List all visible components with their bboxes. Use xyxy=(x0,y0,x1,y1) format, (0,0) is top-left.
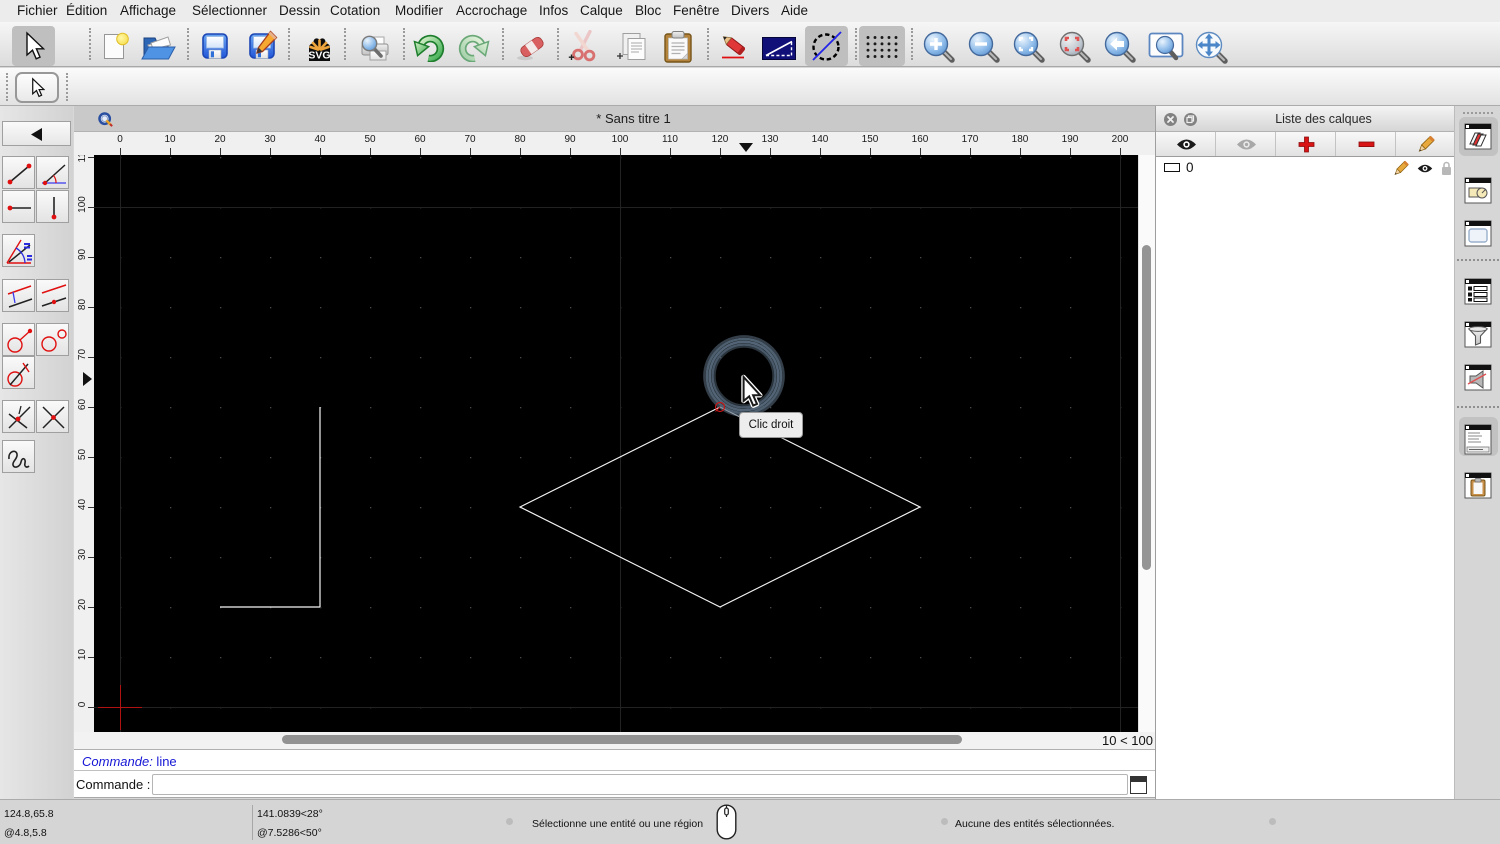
svg-text:SVG: SVG xyxy=(308,50,330,62)
